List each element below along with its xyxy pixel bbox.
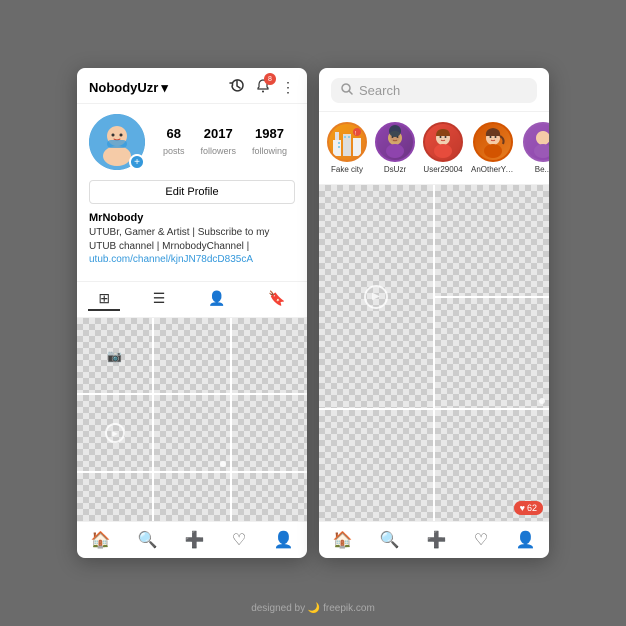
stats-row: 68 posts 2017 followers 1987 following	[155, 126, 295, 159]
followers-label: followers	[200, 146, 236, 156]
history-icon[interactable]	[229, 78, 245, 97]
story-fake-city[interactable]: ! Fake city	[327, 122, 367, 174]
right-nav-profile[interactable]: 👤	[515, 530, 535, 550]
story-avatar-fake-city: !	[327, 122, 367, 162]
list-tab[interactable]: ☰	[143, 288, 176, 311]
photo-grid: 📷 ▶	[77, 318, 307, 521]
more-icon[interactable]: ⋮	[281, 79, 295, 96]
header-icons: 8 ⋮	[229, 78, 295, 97]
story-dsuzr[interactable]: DsUzr	[375, 122, 415, 174]
photo-cell-3[interactable]	[232, 318, 307, 393]
add-story-button[interactable]: +	[129, 154, 145, 170]
story-avatar-another	[473, 122, 513, 162]
photo-cell-4[interactable]: ▶	[77, 395, 152, 470]
right-nav-add[interactable]: ➕	[427, 530, 447, 550]
story-user29004[interactable]: User29004	[423, 122, 463, 174]
profile-section: + 68 posts 2017 followers 1987 following	[77, 104, 307, 275]
right-cell-5[interactable]: ♥ 62	[435, 410, 549, 521]
dot-indicator	[220, 461, 226, 467]
story-label-another: AnOtherYouser	[471, 165, 515, 174]
followers-stat: 2017 followers	[200, 126, 236, 159]
nav-add[interactable]: ➕	[185, 530, 205, 550]
following-label: following	[252, 146, 287, 156]
right-nav-home[interactable]: 🏠	[333, 530, 353, 550]
photo-cell-5[interactable]	[154, 395, 229, 470]
search-bar[interactable]: Search	[331, 78, 537, 103]
right-cell-large[interactable]: ▶	[319, 185, 433, 408]
bottom-nav: 🏠 🔍 ➕ ♡ 👤	[77, 521, 307, 558]
photo-cell-7[interactable]	[77, 473, 152, 521]
svg-text:!: !	[355, 131, 356, 137]
content-tabs: ⊞ ☰ 👤 🔖	[77, 281, 307, 318]
photo-cell-1[interactable]: 📷	[77, 318, 152, 393]
dot-icon-2	[539, 398, 545, 404]
photo-cell-9[interactable]	[232, 473, 307, 521]
right-cell-4[interactable]	[319, 410, 433, 521]
following-stat: 1987 following	[252, 126, 287, 159]
search-icon	[341, 83, 353, 98]
right-nav-heart[interactable]: ♡	[474, 530, 488, 550]
right-cell-3[interactable]	[435, 298, 549, 409]
posts-label: posts	[163, 146, 185, 156]
nav-home[interactable]: 🏠	[91, 530, 111, 550]
story-avatar-dsuzr	[375, 122, 415, 162]
bio-name: MrNobody	[89, 212, 295, 224]
right-bottom-nav: 🏠 🔍 ➕ ♡ 👤	[319, 521, 549, 558]
story-another[interactable]: AnOtherYouser	[471, 122, 515, 174]
story-label-dsuzr: DsUzr	[384, 165, 406, 174]
stories-row: ! Fake city	[319, 112, 549, 185]
saved-tab[interactable]: 🔖	[258, 288, 295, 311]
story-be[interactable]: Be...	[523, 122, 549, 174]
grid-tab[interactable]: ⊞	[88, 288, 120, 311]
like-badge: ♥ 62	[514, 501, 543, 515]
dropdown-icon[interactable]: ▾	[161, 80, 168, 96]
bio-link[interactable]: utub.com/channel/kjnJN78dcD835cA	[89, 254, 295, 265]
tagged-tab[interactable]: 👤	[198, 288, 235, 311]
heart-icon: ♥	[520, 503, 525, 513]
right-cell-2[interactable]	[435, 185, 549, 296]
like-count: 62	[527, 503, 537, 513]
story-avatar-user29004	[423, 122, 463, 162]
left-phone: NobodyUzr ▾ 8 ⋮	[77, 68, 307, 558]
followers-count: 2017	[200, 126, 236, 141]
watermark: designed by 🌙 freepik.com	[251, 603, 375, 614]
story-label-user29004: User29004	[423, 165, 462, 174]
right-nav-search[interactable]: 🔍	[380, 530, 400, 550]
username-text: NobodyUzr	[89, 80, 158, 95]
story-label-fake-city: Fake city	[331, 165, 363, 174]
search-placeholder: Search	[359, 83, 400, 98]
notification-count: 8	[264, 73, 276, 85]
story-label-be: Be...	[535, 165, 549, 174]
username-row: NobodyUzr ▾	[89, 80, 168, 96]
avatar-wrapper: +	[89, 114, 145, 170]
play-icon-large: ▶	[364, 285, 388, 309]
nav-profile[interactable]: 👤	[273, 530, 293, 550]
right-header: Search	[319, 68, 549, 112]
profile-top: + 68 posts 2017 followers 1987 following	[89, 114, 295, 170]
right-phone: Search	[319, 68, 549, 558]
following-count: 1987	[252, 126, 287, 141]
posts-stat: 68 posts	[163, 126, 185, 159]
photo-cell-6[interactable]	[232, 395, 307, 470]
story-avatar-be	[523, 122, 549, 162]
notifications-icon[interactable]: 8	[255, 78, 271, 97]
left-header: NobodyUzr ▾ 8 ⋮	[77, 68, 307, 104]
photo-cell-2[interactable]	[154, 318, 229, 393]
posts-count: 68	[163, 126, 185, 141]
bio-text: UTUBr, Gamer & Artist | Subscribe to my …	[89, 226, 295, 254]
photo-cell-8[interactable]	[154, 473, 229, 521]
right-photo-grid: ▶ ♥ 62	[319, 185, 549, 521]
nav-search[interactable]: 🔍	[138, 530, 158, 550]
play-icon: ▶	[105, 423, 125, 443]
nav-heart[interactable]: ♡	[232, 530, 246, 550]
camera-icon: 📷	[107, 349, 122, 363]
edit-profile-button[interactable]: Edit Profile	[89, 180, 295, 204]
